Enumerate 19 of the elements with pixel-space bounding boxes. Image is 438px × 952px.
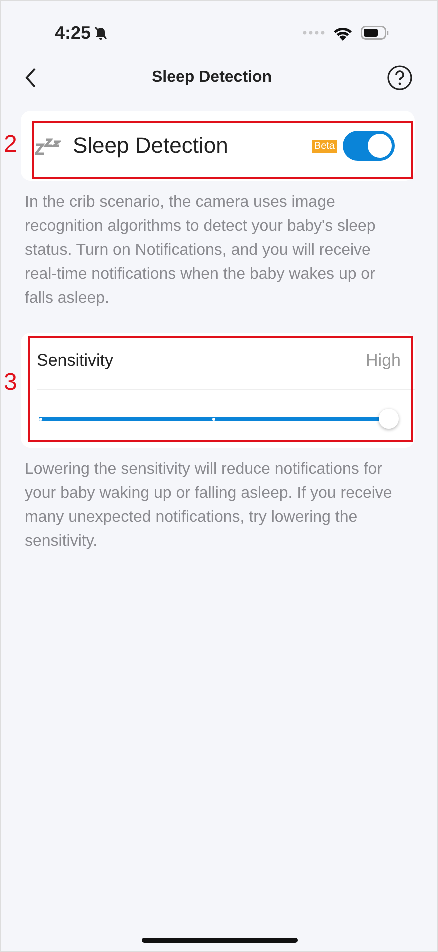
sensitivity-slider[interactable] <box>39 409 399 429</box>
clock-time: 4:25 <box>55 22 92 44</box>
wifi-icon <box>333 26 353 40</box>
setting-label: Sleep Detection <box>73 133 230 159</box>
back-icon[interactable] <box>25 67 37 89</box>
help-icon[interactable] <box>387 65 413 91</box>
toggle-switch[interactable] <box>343 131 395 161</box>
beta-badge: Beta <box>312 140 337 152</box>
battery-icon <box>361 26 389 40</box>
sleep-zzz-icon <box>35 136 61 156</box>
annotation-number: 3 <box>4 369 18 397</box>
setting-value: High <box>366 351 401 371</box>
page-title: Sleep Detection <box>152 69 272 87</box>
description-text: In the crib scenario, the camera uses image recognition algorithms to detect your baby's sleep status. Turn on Notifications, and you will receive real-time notifications when the baby wakes up or falls asleep. <box>24 193 377 309</box>
description-text: Lowering the sensitivity will reduce notifications for your baby waking up or falling asleep. If you receive many unexpected notifications, try lowering the sensitivity. <box>24 460 394 552</box>
annotation-number: 2 <box>4 131 18 159</box>
signal-icon <box>303 31 325 35</box>
setting-label: Sensitivity <box>37 351 114 371</box>
slider-thumb[interactable] <box>379 409 399 429</box>
